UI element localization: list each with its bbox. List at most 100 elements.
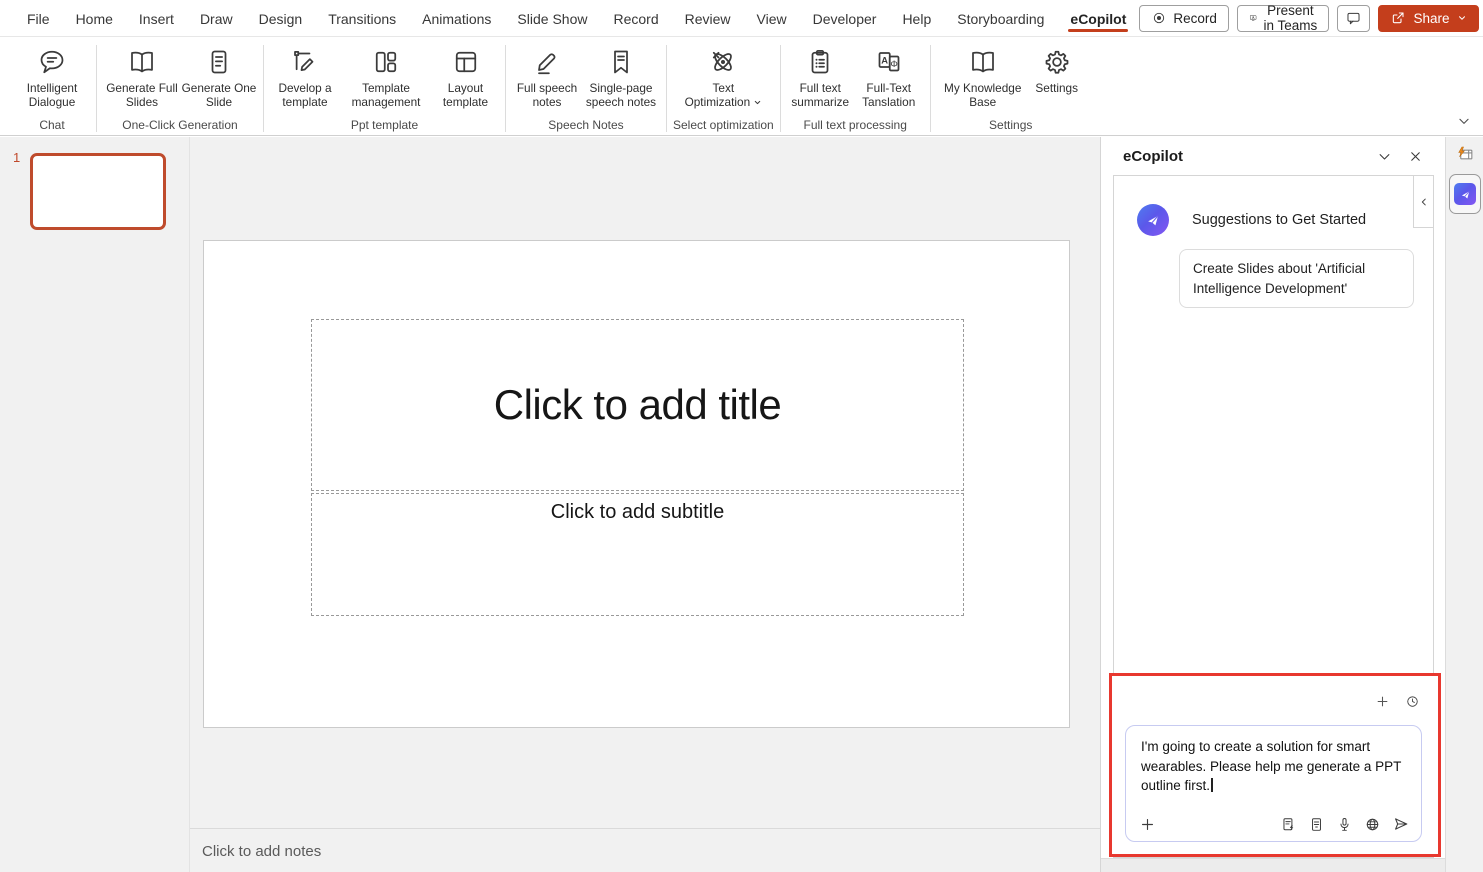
close-panel-button[interactable] (1400, 146, 1431, 167)
tab-file[interactable]: File (14, 3, 63, 34)
web-search-button[interactable] (1364, 816, 1381, 833)
ecopilot-panel: eCopilot Suggestions to Get Started (1100, 137, 1445, 872)
present-in-teams-button[interactable]: Present in Teams (1237, 5, 1330, 32)
tab-developer[interactable]: Developer (800, 3, 890, 34)
notes-divider[interactable] (190, 828, 1100, 829)
clipboard-list-icon (805, 46, 835, 78)
intelligent-dialogue-label: Intelligent Dialogue (27, 81, 78, 109)
single-page-speech-notes-label: Single-page speech notes (586, 81, 656, 109)
ecopilot-rail-button[interactable] (1449, 174, 1481, 214)
microphone-icon (1336, 816, 1353, 833)
collapse-sidebar-button[interactable] (1413, 176, 1433, 228)
panel-options-button[interactable] (1369, 146, 1400, 167)
slide-thumbnail[interactable] (30, 153, 166, 230)
quick-access-addin-button[interactable] (1456, 145, 1475, 164)
settings-button[interactable]: Settings (1029, 39, 1085, 116)
svg-text:Φ: Φ (890, 59, 897, 69)
group-divider (666, 45, 667, 132)
open-book-icon (127, 46, 157, 78)
group-divider (505, 45, 506, 132)
present-in-teams-label: Present in Teams (1263, 3, 1317, 33)
open-book-icon (968, 46, 998, 78)
collapse-ribbon-button[interactable] (1457, 114, 1471, 131)
ribbon-group-select-optimization: Text Optimization Select optimization (669, 39, 778, 136)
close-icon (1408, 149, 1423, 164)
tab-transitions[interactable]: Transitions (315, 3, 409, 34)
outline-button[interactable] (1308, 816, 1325, 833)
slide-canvas[interactable]: Click to add title Click to add subtitle (203, 240, 1070, 728)
ribbon-group-ppt-template: Develop a template Template management L… (266, 39, 503, 136)
plus-icon (1139, 816, 1156, 833)
atom-icon (708, 46, 738, 78)
tab-insert[interactable]: Insert (126, 3, 187, 34)
chevron-down-icon (1377, 149, 1392, 164)
template-management-label: Template management (352, 81, 421, 109)
tab-draw[interactable]: Draw (187, 3, 246, 34)
translate-icon: AΦ (874, 46, 904, 78)
layout-grid-icon (371, 46, 401, 78)
attach-button[interactable] (1139, 816, 1156, 833)
tab-help[interactable]: Help (889, 3, 944, 34)
group-caption-settings: Settings (937, 116, 1085, 136)
full-speech-notes-button[interactable]: Full speech notes (512, 39, 582, 116)
tab-view[interactable]: View (744, 3, 800, 34)
ribbon-group-one-click-generation: Generate Full Slides Generate One Slide … (99, 39, 261, 136)
tab-record[interactable]: Record (600, 3, 671, 34)
generate-full-slides-button[interactable]: Generate Full Slides (103, 39, 181, 116)
tab-storyboarding[interactable]: Storyboarding (944, 3, 1057, 34)
text-optimization-label: Text Optimization (685, 81, 751, 109)
full-text-translation-button[interactable]: AΦ Full-Text Tanslation (854, 39, 924, 116)
title-placeholder[interactable]: Click to add title (311, 319, 964, 491)
notes-area[interactable]: Click to add notes (202, 843, 321, 860)
comments-button[interactable] (1337, 5, 1370, 32)
tab-review[interactable]: Review (672, 3, 744, 34)
tab-slide-show[interactable]: Slide Show (504, 3, 600, 34)
title-placeholder-text: Click to add title (494, 381, 781, 429)
template-management-button[interactable]: Template management (340, 39, 432, 116)
group-caption-chat: Chat (14, 116, 90, 136)
send-button[interactable] (1392, 815, 1410, 833)
new-chat-button[interactable] (1375, 694, 1390, 709)
text-cursor (1211, 778, 1213, 792)
share-dropdown-chevron-icon (1457, 13, 1467, 23)
chat-input-box[interactable]: I'm going to create a solution for smart… (1125, 725, 1422, 842)
tab-animations[interactable]: Animations (409, 3, 504, 34)
ecopilot-rail-logo-icon (1454, 183, 1476, 205)
ribbon-group-full-text-processing: Full text summarize AΦ Full-Text Tanslat… (783, 39, 928, 136)
full-text-summarize-label: Full text summarize (791, 81, 849, 109)
text-optimization-button[interactable]: Text Optimization (681, 39, 765, 116)
layout-template-button[interactable]: Layout template (432, 39, 499, 116)
tab-design[interactable]: Design (246, 3, 316, 34)
record-icon (1151, 10, 1167, 26)
slide-thumbnail-panel: 1 (0, 137, 190, 872)
share-button[interactable]: Share (1378, 5, 1478, 32)
ecopilot-panel-title: eCopilot (1123, 148, 1369, 165)
tab-home[interactable]: Home (63, 3, 126, 34)
group-divider (263, 45, 264, 132)
suggestions-header-row: Suggestions to Get Started (1137, 204, 1409, 236)
develop-a-template-button[interactable]: Develop a template (270, 39, 340, 116)
chat-section-actions (1375, 694, 1420, 709)
suggestion-chip[interactable]: Create Slides about 'Artificial Intellig… (1179, 249, 1414, 308)
voice-input-button[interactable] (1336, 816, 1353, 833)
quick-notes-button[interactable] (1280, 816, 1297, 833)
globe-icon (1364, 816, 1381, 833)
svg-text:A: A (881, 55, 888, 65)
single-page-speech-notes-button[interactable]: Single-page speech notes (582, 39, 660, 116)
slide-number: 1 (13, 150, 20, 165)
tab-ecopilot[interactable]: eCopilot (1057, 3, 1139, 34)
chat-input-toolbar (1139, 815, 1410, 833)
group-caption-one-click-generation: One-Click Generation (103, 116, 257, 136)
addin-rail (1445, 137, 1483, 872)
intelligent-dialogue-button[interactable]: Intelligent Dialogue (14, 39, 90, 116)
generate-one-slide-button[interactable]: Generate One Slide (181, 39, 257, 116)
suggestions-title: Suggestions to Get Started (1192, 212, 1366, 228)
chat-history-button[interactable] (1405, 694, 1420, 709)
full-text-summarize-button[interactable]: Full text summarize (787, 39, 854, 116)
my-knowledge-base-button[interactable]: My Knowledge Base (937, 39, 1029, 116)
full-speech-notes-label: Full speech notes (517, 81, 577, 109)
record-button[interactable]: Record (1139, 5, 1229, 32)
subtitle-placeholder-text: Click to add subtitle (551, 501, 724, 524)
subtitle-placeholder[interactable]: Click to add subtitle (311, 493, 964, 616)
group-caption-select-optimization: Select optimization (673, 116, 774, 136)
